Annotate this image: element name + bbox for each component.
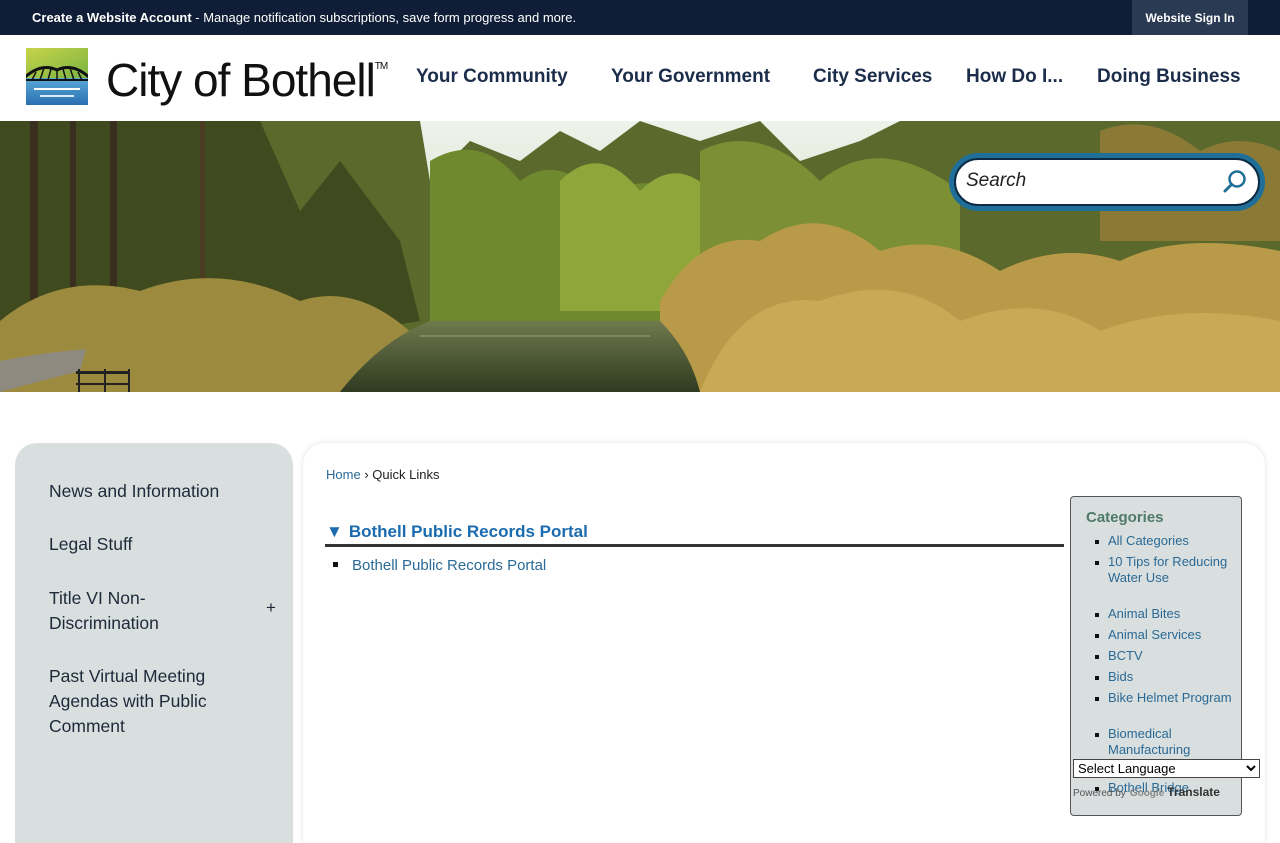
side-navigation: News and Information Legal Stuff Title V… bbox=[15, 443, 293, 843]
list-bullet bbox=[1095, 561, 1099, 565]
quick-link-public-records-portal[interactable]: Bothell Public Records Portal bbox=[352, 557, 546, 574]
list-bullet bbox=[1095, 634, 1099, 638]
collapse-arrow-icon: ▼ bbox=[326, 522, 343, 541]
account-message-text: - Manage notification subscriptions, sav… bbox=[191, 10, 577, 25]
account-message: Create a Website Account - Manage notifi… bbox=[32, 10, 576, 25]
create-account-link[interactable]: Create a Website Account bbox=[32, 10, 192, 25]
list-bullet bbox=[333, 561, 338, 567]
list-bullet bbox=[1095, 540, 1099, 544]
breadcrumb: Home › Quick Links bbox=[326, 467, 439, 482]
logo-trademark: TM bbox=[374, 61, 388, 72]
list-bullet bbox=[1095, 676, 1099, 680]
section-divider bbox=[325, 544, 1064, 547]
google-translate-credit: Powered by Google Translate bbox=[1073, 785, 1220, 799]
category-link[interactable]: Animal Services bbox=[1108, 627, 1233, 643]
category-link[interactable]: Bike Helmet Program bbox=[1108, 690, 1233, 706]
sidenav-item-title-vi[interactable]: Title VI Non-Discrimination bbox=[49, 586, 189, 636]
google-logo: Google bbox=[1129, 788, 1165, 799]
nav-your-community[interactable]: Your Community bbox=[416, 66, 568, 88]
search-field-container bbox=[954, 158, 1260, 206]
category-link[interactable]: 10 Tips for Reducing Water Use bbox=[1108, 554, 1233, 586]
section-heading-toggle[interactable]: ▼ Bothell Public Records Portal bbox=[326, 522, 588, 542]
breadcrumb-current: Quick Links bbox=[372, 467, 440, 482]
list-bullet bbox=[1095, 733, 1099, 737]
top-notification-bar: Create a Website Account - Manage notifi… bbox=[0, 0, 1280, 35]
list-bullet bbox=[1095, 655, 1099, 659]
list-bullet bbox=[1095, 697, 1099, 701]
categories-title: Categories bbox=[1086, 509, 1164, 526]
sidenav-item-past-virtual-meeting[interactable]: Past Virtual Meeting Agendas with Public… bbox=[49, 664, 249, 739]
nav-how-do-i[interactable]: How Do I... bbox=[966, 66, 1063, 88]
sidenav-item-legal-stuff[interactable]: Legal Stuff bbox=[49, 532, 259, 557]
bridge-logo-icon bbox=[26, 48, 88, 105]
nav-city-services[interactable]: City Services bbox=[813, 66, 932, 88]
nav-doing-business[interactable]: Doing Business bbox=[1097, 66, 1241, 88]
search-box bbox=[949, 153, 1265, 211]
search-icon[interactable] bbox=[1222, 169, 1248, 195]
translate-link[interactable]: Translate bbox=[1167, 785, 1220, 799]
category-link[interactable]: BCTV bbox=[1108, 648, 1233, 664]
nav-your-government[interactable]: Your Government bbox=[611, 66, 770, 88]
site-header: City of BothellTM Your Community Your Go… bbox=[0, 35, 1280, 121]
category-link[interactable]: Animal Bites bbox=[1108, 606, 1233, 622]
search-input[interactable] bbox=[966, 166, 1216, 196]
sidenav-item-news-and-information[interactable]: News and Information bbox=[49, 479, 259, 504]
language-select[interactable]: Select Language bbox=[1073, 759, 1260, 778]
breadcrumb-home-link[interactable]: Home bbox=[326, 467, 361, 482]
expand-submenu-toggle[interactable]: + bbox=[266, 598, 276, 618]
website-sign-in-button[interactable]: Website Sign In bbox=[1132, 0, 1248, 35]
powered-by-text: Powered by bbox=[1073, 788, 1126, 799]
logo-text: City of BothellTM bbox=[106, 54, 388, 106]
section-title-text: Bothell Public Records Portal bbox=[348, 522, 588, 541]
category-link[interactable]: Biomedical Manufacturing bbox=[1108, 726, 1233, 758]
logo-link[interactable]: City of BothellTM bbox=[0, 35, 390, 121]
breadcrumb-separator: › bbox=[364, 467, 369, 482]
list-bullet bbox=[1095, 613, 1099, 617]
quick-link-item: Bothell Public Records Portal bbox=[333, 557, 546, 574]
category-link[interactable]: All Categories bbox=[1108, 533, 1233, 549]
category-link[interactable]: Bids bbox=[1108, 669, 1233, 685]
